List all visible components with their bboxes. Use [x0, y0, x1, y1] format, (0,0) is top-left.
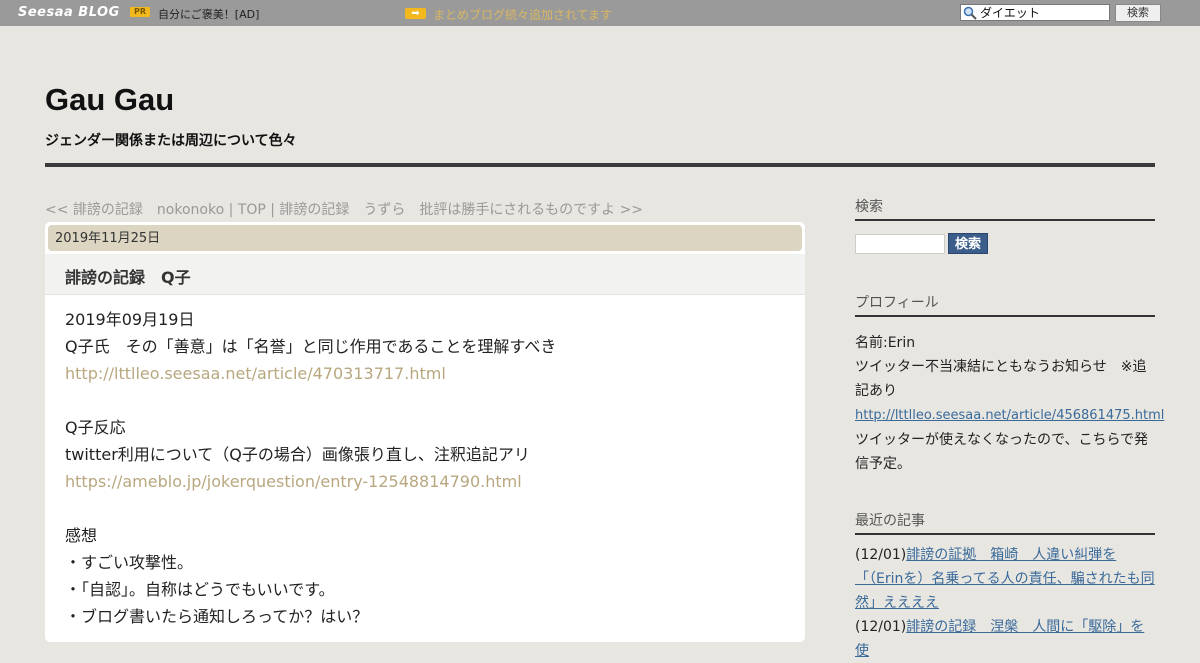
- seesaa-blog-logo[interactable]: Seesaa BLOG: [18, 5, 120, 20]
- profile-heading: プロフィール: [855, 292, 1155, 317]
- article-line: Q子氏 その「善意」は「名誉」と同じ作用であることを理解すべき: [65, 337, 557, 356]
- recent-article-item: (12/01)誹謗の記録 涅槃 人間に「駆除」を使: [855, 615, 1155, 663]
- article-link[interactable]: http://lttlleo.seesaa.net/article/470313…: [65, 360, 785, 387]
- top-bar: Seesaa BLOG PR 自分にご褒美！[AD] ➡ まとめブログ続々追加さ…: [0, 0, 1200, 26]
- sidebar: 検索 検索 プロフィール 名前:Erin ツイッター不当凍結にともなうお知らせ …: [855, 196, 1164, 663]
- recent-article-item: (12/01)誹謗の証拠 箱崎 人違い糾弾を「（Erinを）名乗ってる人の責任、…: [855, 543, 1155, 615]
- news-link[interactable]: まとめブログ続々追加されてます: [433, 6, 612, 23]
- arrow-right-icon: ➡: [405, 8, 426, 19]
- article-card: 2019年11月25日 誹謗の記録 Q子 2019年09月19日 Q子氏 その「善…: [45, 222, 805, 642]
- profile-section: 名前:Erin ツイッター不当凍結にともなうお知らせ ※追記あり http://…: [855, 331, 1164, 476]
- next-article-link[interactable]: 誹謗の記録 うずら 批評は勝手にされるものですよ >>: [279, 202, 643, 218]
- profile-notice: ツイッター不当凍結にともなうお知らせ ※追記あり: [855, 359, 1147, 399]
- site-title[interactable]: Gau Gau: [45, 82, 174, 118]
- nav-separator: |: [265, 202, 280, 218]
- article-line: [65, 387, 785, 414]
- profile-note: ツイッターが使えなくなったので、こちらで発信予定。: [855, 432, 1149, 472]
- top-link[interactable]: TOP: [238, 202, 266, 218]
- recent-article-date: (12/01): [855, 619, 907, 635]
- article-title[interactable]: 誹謗の記録 Q子: [65, 264, 191, 288]
- article-body: 2019年09月19日 Q子氏 その「善意」は「名誉」と同じ作用であることを理解す…: [65, 306, 785, 630]
- article-link[interactable]: https://ameblo.jp/jokerquestion/entry-12…: [65, 468, 785, 495]
- sidebar-search-button[interactable]: 検索: [948, 233, 988, 254]
- article-line: 感想: [65, 526, 98, 545]
- prev-article-link[interactable]: << 誹謗の記録 nokonoko: [45, 202, 224, 218]
- article-title-bar: 誹謗の記録 Q子: [45, 254, 805, 295]
- sidebar-search-input[interactable]: [855, 233, 945, 254]
- search-icon: [963, 6, 977, 20]
- article-line: ・「自認」。自称はどうでもいいです。: [65, 580, 335, 599]
- top-search-button[interactable]: 検索: [1115, 4, 1161, 22]
- recent-article-date: (12/01): [855, 547, 907, 563]
- article-line: [65, 495, 785, 522]
- article-line: ・すごい攻撃性。: [65, 553, 194, 572]
- pr-badge: PR: [130, 7, 150, 17]
- sidebar-search: 検索: [855, 233, 1155, 254]
- article-nav: << 誹謗の記録 nokonoko | TOP | 誹謗の記録 うずら 批評は勝…: [45, 199, 643, 219]
- profile-name: 名前:Erin: [855, 335, 916, 351]
- article-line: 2019年09月19日: [65, 310, 195, 329]
- search-heading: 検索: [855, 196, 1155, 221]
- site-description: ジェンダー関係または周辺について色々: [45, 133, 297, 149]
- recent-articles: (12/01)誹謗の証拠 箱崎 人違い糾弾を「（Erinを）名乗ってる人の責任、…: [855, 543, 1155, 663]
- profile-link[interactable]: http://lttlleo.seesaa.net/article/456861…: [855, 408, 1164, 423]
- article-line: twitter利用について（Q子の場合）画像張り直し、注釈追記アリ: [65, 445, 530, 464]
- ad-link[interactable]: 自分にご褒美！[AD]: [158, 6, 259, 22]
- article-line: ・ブログ書いたら通知しろってか？はい？: [65, 607, 369, 626]
- recent-heading: 最近の記事: [855, 510, 1155, 535]
- nav-separator: |: [224, 202, 238, 218]
- header-divider: [45, 163, 1155, 167]
- top-search-input[interactable]: [977, 5, 1108, 20]
- top-search-box[interactable]: [960, 4, 1110, 21]
- article-line: Q子反応: [65, 418, 126, 437]
- article-date: 2019年11月25日: [48, 225, 802, 251]
